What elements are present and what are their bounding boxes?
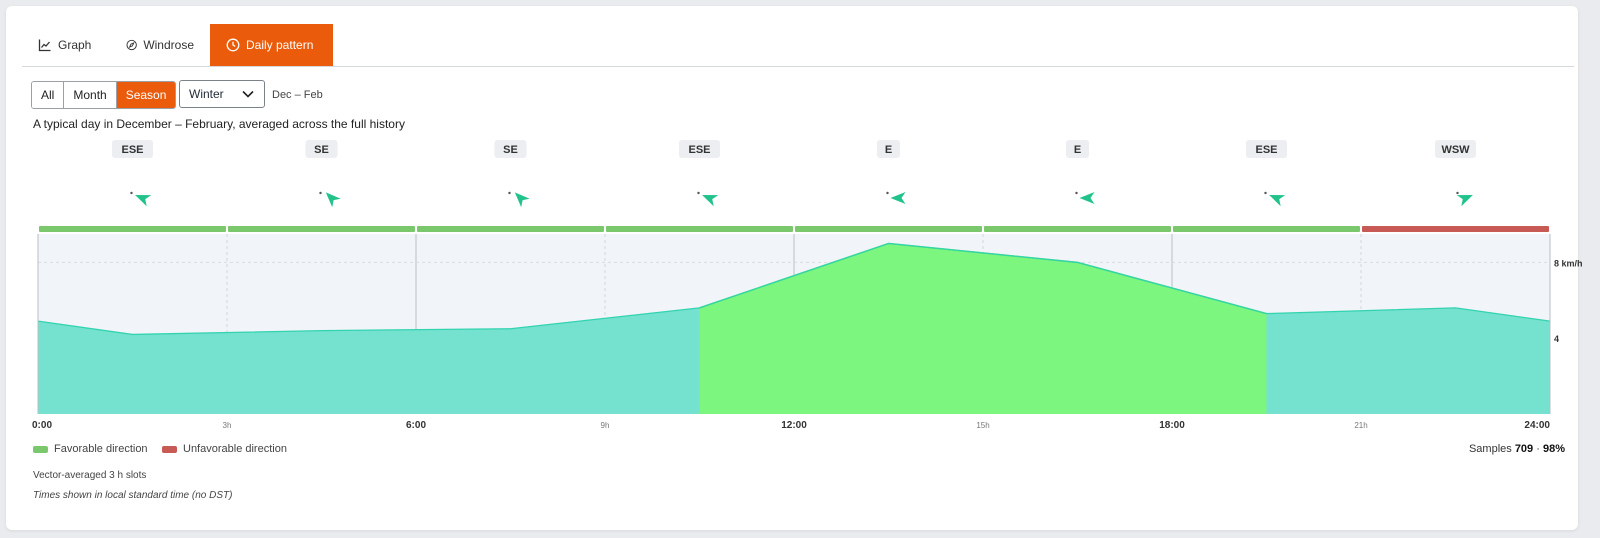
favorable-bar — [795, 226, 982, 232]
x-tick-label: 0:00 — [32, 420, 52, 431]
wind-arrow-icon — [890, 192, 906, 204]
wind-arrow-shape — [890, 192, 906, 204]
arrow-origin-dot — [886, 191, 889, 195]
arrow-origin-dot — [319, 191, 322, 195]
favorable-bar — [1173, 226, 1360, 232]
arrow-origin-dot — [1456, 191, 1459, 195]
wind-arrow-shape — [702, 194, 719, 207]
direction-label: SE — [503, 144, 518, 156]
favorable-bar — [417, 226, 604, 232]
direction-label: WSW — [1441, 144, 1470, 156]
wind-arrow-shape — [1079, 192, 1095, 204]
favorable-bar — [228, 226, 415, 232]
wind-arrow-icon — [1456, 194, 1473, 207]
x-tick-label: 3h — [223, 421, 232, 430]
arrow-origin-dot — [1075, 191, 1078, 195]
legend-favorable-label: Favorable direction — [54, 443, 148, 455]
direction-label: E — [1074, 144, 1081, 156]
legend-unfavorable: Unfavorable direction — [162, 443, 287, 455]
direction-label: ESE — [1255, 144, 1277, 156]
wind-arrow-icon — [514, 192, 530, 208]
x-tick-label: 24:00 — [1524, 420, 1550, 431]
timezone-note: Times shown in local standard time (no D… — [33, 490, 233, 501]
arrow-origin-dot — [508, 191, 511, 195]
wind-arrow-icon — [1269, 194, 1286, 207]
legend-unfavorable-swatch — [162, 445, 177, 453]
aggregation-note: Vector-averaged 3 h slots — [33, 470, 147, 481]
legend-favorable: Favorable direction — [33, 443, 148, 455]
x-tick-label: 21h — [1354, 421, 1367, 430]
wind-arrow-icon — [1079, 192, 1095, 204]
x-tick-label: 12:00 — [781, 420, 807, 431]
arrow-origin-dot — [697, 191, 700, 195]
unfavorable-bar — [1362, 226, 1549, 232]
samples-summary: Samples 709 · 98% — [1469, 443, 1565, 455]
samples-label: Samples — [1468, 443, 1512, 455]
y-tick-label: 4 — [1554, 334, 1559, 344]
favorable-bar — [39, 226, 226, 232]
direction-label: E — [885, 144, 892, 156]
wind-arrow-shape — [514, 192, 530, 208]
wind-arrow-shape — [135, 194, 152, 207]
wind-arrow-shape — [1456, 194, 1473, 207]
samples-separator: · — [1536, 443, 1540, 455]
wind-arrow-icon — [135, 194, 152, 207]
legend-favorable-swatch — [33, 445, 48, 453]
legend-unfavorable-label: Unfavorable direction — [183, 443, 287, 455]
wind-arrow-shape — [325, 192, 341, 208]
x-tick-label: 9h — [601, 421, 610, 430]
direction-label: ESE — [688, 144, 710, 156]
wind-arrow-shape — [1269, 194, 1286, 207]
wind-arrow-icon — [325, 192, 341, 208]
direction-label: SE — [314, 144, 329, 156]
arrow-origin-dot — [130, 191, 133, 195]
favorable-bar — [606, 226, 793, 232]
samples-percent: 98% — [1542, 443, 1565, 455]
y-tick-label: 8 km/h — [1554, 258, 1583, 268]
direction-label: ESE — [121, 144, 143, 156]
favorable-bar — [984, 226, 1171, 232]
wind-arrow-icon — [702, 194, 719, 207]
x-tick-label: 6:00 — [406, 420, 426, 431]
samples-count: 709 — [1514, 443, 1534, 455]
daily-pattern-chart: 4 8 km/h 0:00 3h 6:00 9h 12:00 15h 18:00 21h 24:00… — [32, 140, 1583, 431]
x-tick-label: 15h — [976, 421, 989, 430]
arrow-origin-dot — [1264, 191, 1267, 195]
x-tick-label: 18:00 — [1159, 420, 1185, 431]
